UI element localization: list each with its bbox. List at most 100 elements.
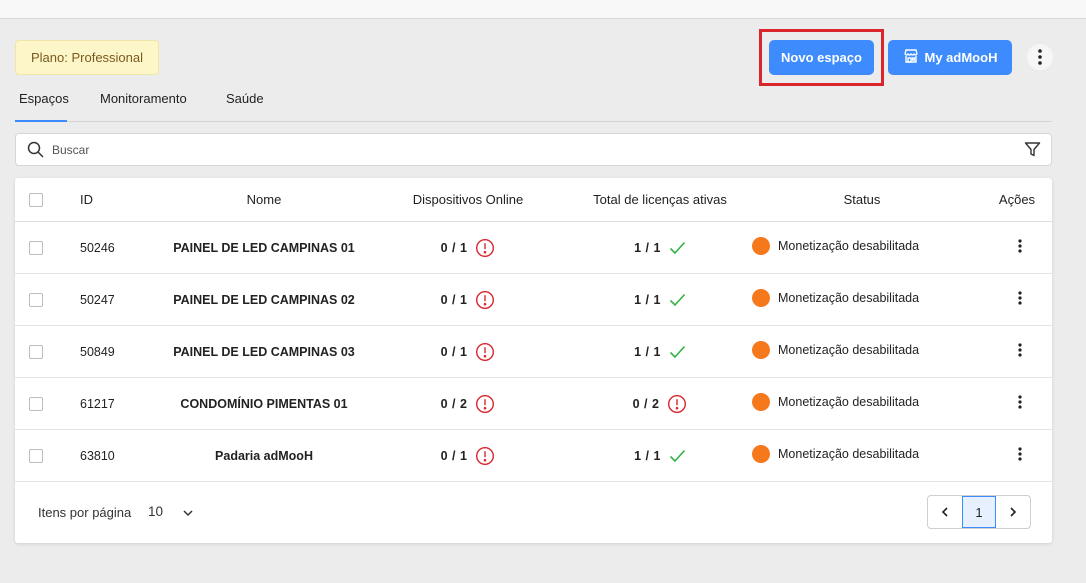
status-text: Monetização desabilitada (778, 447, 920, 461)
header-acoes: Ações (998, 192, 1036, 207)
dispositivos-value: 0 / 2 (440, 397, 468, 411)
row-licencas: 1 / 1 (570, 222, 750, 274)
more-vertical-icon[interactable] (1018, 343, 1022, 357)
row-checkbox[interactable] (29, 449, 43, 463)
filter-icon[interactable] (1024, 141, 1041, 163)
alert-circle-icon (475, 290, 495, 310)
more-vertical-icon[interactable] (1018, 291, 1022, 305)
pagination: 1 (927, 495, 1031, 529)
row-actions-menu[interactable] (1010, 274, 1030, 326)
check-icon (669, 241, 686, 255)
licencas-value: 1 / 1 (634, 449, 661, 463)
status-dot-icon (752, 445, 770, 463)
row-actions-menu[interactable] (1010, 222, 1030, 274)
table-row[interactable]: 50849 PAINEL DE LED CAMPINAS 03 0 / 1 1 … (15, 326, 1052, 378)
row-licencas: 0 / 2 (570, 378, 750, 430)
licencas-value: 1 / 1 (634, 241, 661, 255)
table-row[interactable]: 61217 CONDOMÍNIO PIMENTAS 01 0 / 2 0 / 2… (15, 378, 1052, 430)
row-actions-menu[interactable] (1010, 326, 1030, 378)
tab-espacos[interactable]: Espaços (15, 86, 69, 122)
row-checkbox[interactable] (29, 241, 43, 255)
alert-circle-icon (475, 238, 495, 258)
items-per-page-select[interactable]: 10 (148, 504, 163, 519)
row-actions-menu[interactable] (1010, 430, 1030, 482)
table-row[interactable]: 50247 PAINEL DE LED CAMPINAS 02 0 / 1 1 … (15, 274, 1052, 326)
tab-monitoramento[interactable]: Monitoramento (100, 86, 187, 122)
more-vertical-icon[interactable] (1018, 447, 1022, 461)
table-row[interactable]: 63810 Padaria adMooH 0 / 1 1 / 1 Monetiz… (15, 430, 1052, 482)
more-options-icon[interactable] (1027, 44, 1053, 70)
check-icon (669, 293, 686, 307)
status-text: Monetização desabilitada (778, 395, 920, 409)
row-status: Monetização desabilitada (752, 326, 919, 378)
row-dispositivos: 0 / 1 (403, 430, 533, 482)
my-admooh-button[interactable]: My adMooH (888, 40, 1012, 75)
table-row[interactable]: 50246 PAINEL DE LED CAMPINAS 01 0 / 1 1 … (15, 222, 1052, 274)
header-dispositivos: Dispositivos Online (412, 192, 524, 207)
check-icon (669, 345, 686, 359)
row-id: 50246 (80, 241, 115, 255)
row-licencas: 1 / 1 (570, 326, 750, 378)
dispositivos-value: 0 / 1 (440, 345, 468, 359)
row-nome: PAINEL DE LED CAMPINAS 02 (173, 293, 355, 307)
row-id: 50849 (80, 345, 115, 359)
dispositivos-value: 0 / 1 (440, 449, 468, 463)
header-nome: Nome (246, 192, 282, 207)
row-dispositivos: 0 / 2 (403, 378, 533, 430)
status-dot-icon (752, 341, 770, 359)
status-text: Monetização desabilitada (778, 343, 920, 357)
alert-circle-icon (475, 342, 495, 362)
row-actions-menu[interactable] (1010, 378, 1030, 430)
check-icon (669, 449, 686, 463)
licencas-value: 1 / 1 (634, 293, 661, 307)
row-licencas: 1 / 1 (570, 430, 750, 482)
row-checkbox[interactable] (29, 293, 43, 307)
search-icon (27, 141, 44, 163)
plan-badge: Plano: Professional (15, 40, 160, 75)
tab-bar: Espaços Monitoramento Saúde (15, 86, 1052, 122)
page-button-current[interactable]: 1 (962, 496, 996, 528)
row-id: 50247 (80, 293, 115, 307)
header-status: Status (843, 192, 881, 207)
more-vertical-icon[interactable] (1018, 239, 1022, 253)
table-footer: Itens por página 10 1 (15, 481, 1052, 543)
licencas-value: 1 / 1 (634, 345, 661, 359)
spaces-table-card: ID Nome Dispositivos Online Total de lic… (15, 178, 1052, 543)
row-nome: PAINEL DE LED CAMPINAS 03 (173, 345, 355, 359)
row-licencas: 1 / 1 (570, 274, 750, 326)
row-checkbox[interactable] (29, 345, 43, 359)
row-id: 61217 (80, 397, 115, 411)
status-dot-icon (752, 237, 770, 255)
alert-circle-icon (667, 394, 687, 414)
alert-circle-icon (475, 394, 495, 414)
row-checkbox[interactable] (29, 397, 43, 411)
next-page-button[interactable] (996, 496, 1030, 528)
dispositivos-value: 0 / 1 (440, 241, 468, 255)
new-space-button[interactable]: Novo espaço (769, 40, 874, 75)
new-space-button-label: Novo espaço (781, 50, 862, 65)
licencas-value: 0 / 2 (632, 397, 660, 411)
row-status: Monetização desabilitada (752, 274, 919, 326)
row-dispositivos: 0 / 1 (403, 222, 533, 274)
row-nome: PAINEL DE LED CAMPINAS 01 (173, 241, 355, 255)
row-id: 63810 (80, 449, 115, 463)
header-id: ID (80, 192, 93, 207)
search-input[interactable] (52, 140, 952, 160)
row-dispositivos: 0 / 1 (403, 326, 533, 378)
row-status: Monetização desabilitada (752, 222, 919, 274)
chevron-down-icon[interactable] (182, 506, 194, 524)
prev-page-button[interactable] (928, 496, 962, 528)
tab-saude[interactable]: Saúde (226, 86, 264, 122)
search-bar (15, 133, 1052, 166)
select-all-checkbox[interactable] (29, 193, 43, 207)
table-header: ID Nome Dispositivos Online Total de lic… (15, 178, 1052, 222)
top-bar (0, 0, 1086, 19)
status-text: Monetização desabilitada (778, 291, 920, 305)
alert-circle-icon (475, 446, 495, 466)
more-vertical-icon[interactable] (1018, 395, 1022, 409)
status-dot-icon (752, 289, 770, 307)
header-licencas: Total de licenças ativas (593, 192, 727, 207)
dispositivos-value: 0 / 1 (440, 293, 468, 307)
status-dot-icon (752, 393, 770, 411)
my-admooh-button-label: My adMooH (924, 50, 998, 65)
